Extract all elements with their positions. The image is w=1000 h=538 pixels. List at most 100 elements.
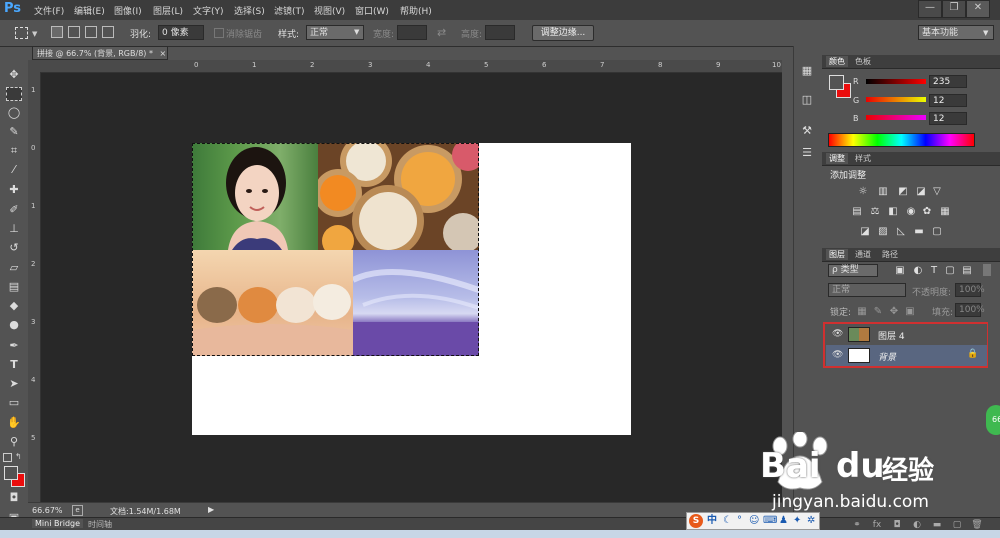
- dodge-tool-icon[interactable]: ●: [6, 318, 22, 332]
- selective-color-icon[interactable]: ▢: [930, 226, 944, 237]
- move-tool-icon[interactable]: ✥: [6, 68, 22, 82]
- lock-position-icon[interactable]: ✥: [887, 306, 901, 317]
- delete-layer-icon[interactable]: 🗑: [970, 520, 984, 531]
- feather-input[interactable]: 0 像素: [158, 25, 204, 40]
- filter-adjustment-icon[interactable]: ◐: [911, 265, 925, 276]
- punctuation-icon[interactable]: °: [737, 513, 742, 529]
- lock-pixels-icon[interactable]: ✎: [871, 306, 885, 317]
- intersect-selection-icon[interactable]: [102, 26, 114, 38]
- color-spectrum[interactable]: [828, 133, 975, 147]
- zoom-tool-icon[interactable]: ⚲: [6, 435, 22, 449]
- foreground-color-swatch[interactable]: [4, 466, 18, 480]
- zoom-level[interactable]: 66.67%: [32, 506, 63, 515]
- width-input[interactable]: [397, 25, 427, 40]
- shirt-icon[interactable]: ✦: [793, 513, 801, 529]
- new-layer-icon[interactable]: ▢: [950, 520, 964, 531]
- marquee-preset-icon[interactable]: [15, 27, 28, 39]
- filter-type-icon[interactable]: T: [927, 265, 941, 276]
- blur-tool-icon[interactable]: ◆: [6, 299, 22, 313]
- brightness-icon[interactable]: ☼: [856, 186, 870, 197]
- marquee-tool-icon[interactable]: [6, 87, 22, 101]
- quick-mask-icon[interactable]: ◘: [6, 491, 22, 505]
- tab-mini-bridge[interactable]: Mini Bridge: [32, 519, 84, 528]
- new-adjustment-layer-icon[interactable]: ◐: [910, 520, 924, 531]
- refine-edge-button[interactable]: 调整边缘...: [532, 25, 594, 41]
- color-foreground-swatch[interactable]: [829, 75, 844, 90]
- height-input[interactable]: [485, 25, 515, 40]
- quick-select-tool-icon[interactable]: ✎: [6, 125, 22, 139]
- filter-toggle[interactable]: [983, 264, 991, 276]
- curves-icon[interactable]: ◩: [896, 186, 910, 197]
- status-icon[interactable]: e: [72, 505, 83, 516]
- new-selection-icon[interactable]: [51, 26, 63, 38]
- layer-name[interactable]: 图层 4: [878, 329, 905, 342]
- ime-mode[interactable]: 中: [707, 513, 717, 529]
- tab-timeline[interactable]: 时间轴: [88, 519, 112, 530]
- menu-filter[interactable]: 滤镜(T): [274, 4, 305, 17]
- layer-row[interactable]: 👁 图层 4: [826, 324, 987, 345]
- crop-tool-icon[interactable]: ⌗: [6, 144, 22, 158]
- channel-mixer-icon[interactable]: ✿: [920, 206, 934, 217]
- subtract-selection-icon[interactable]: [85, 26, 97, 38]
- color-balance-icon[interactable]: ⚖: [868, 206, 882, 217]
- eye-icon[interactable]: 👁: [832, 329, 843, 339]
- photo-filter-icon[interactable]: ◉: [904, 206, 918, 217]
- add-mask-icon[interactable]: ◘: [890, 520, 904, 531]
- tab-layers[interactable]: 图层: [826, 249, 848, 260]
- selection-marquee[interactable]: [192, 143, 479, 356]
- path-select-tool-icon[interactable]: ➤: [6, 377, 22, 391]
- menu-image[interactable]: 图像(I): [114, 4, 142, 17]
- fill-input[interactable]: 100%: [955, 303, 985, 317]
- filter-pixel-icon[interactable]: ▣: [893, 265, 907, 276]
- stamp-tool-icon[interactable]: ⊥: [6, 222, 22, 236]
- menu-type[interactable]: 文字(Y): [193, 4, 224, 17]
- link-layers-icon[interactable]: ⚭: [850, 520, 864, 531]
- properties-panel-icon[interactable]: ☰: [799, 146, 815, 160]
- close-button[interactable]: ✕: [966, 0, 990, 18]
- antialias-checkbox[interactable]: [214, 28, 224, 38]
- lock-transparent-icon[interactable]: ▦: [855, 306, 869, 317]
- sogou-logo-icon[interactable]: S: [689, 514, 703, 528]
- layer-name[interactable]: 背景: [878, 350, 896, 363]
- eyedropper-tool-icon[interactable]: ⁄: [6, 163, 22, 177]
- keyboard-icon[interactable]: ⌨: [763, 513, 777, 529]
- tab-styles[interactable]: 样式: [852, 153, 874, 164]
- channel-r-slider[interactable]: [866, 79, 926, 84]
- swap-icon[interactable]: ⇄: [437, 26, 446, 39]
- color-lookup-icon[interactable]: ▦: [938, 206, 952, 217]
- channel-b-slider[interactable]: [866, 115, 926, 120]
- status-menu-arrow-icon[interactable]: ▶: [208, 505, 214, 514]
- threshold-icon[interactable]: ◺: [894, 226, 908, 237]
- channel-r-value[interactable]: 235: [929, 75, 967, 88]
- chevron-down-icon[interactable]: ▼: [32, 30, 37, 38]
- filter-smart-object-icon[interactable]: ▤: [960, 265, 974, 276]
- minimize-button[interactable]: —: [918, 0, 942, 18]
- lock-all-icon[interactable]: ▣: [903, 306, 917, 317]
- tab-color[interactable]: 颜色: [826, 56, 848, 67]
- menu-help[interactable]: 帮助(H): [400, 4, 432, 17]
- filter-shape-icon[interactable]: ▢: [943, 265, 957, 276]
- hand-tool-icon[interactable]: ✋: [6, 416, 22, 430]
- vibrance-icon[interactable]: ▽: [930, 186, 944, 197]
- brush-tool-icon[interactable]: ✐: [6, 203, 22, 217]
- history-panel-icon[interactable]: ▦: [799, 64, 815, 78]
- posterize-icon[interactable]: ▨: [876, 226, 890, 237]
- levels-icon[interactable]: ▥: [876, 186, 890, 197]
- pen-tool-icon[interactable]: ✒: [6, 339, 22, 353]
- menu-layer[interactable]: 图层(L): [153, 4, 183, 17]
- gradient-tool-icon[interactable]: ▤: [6, 280, 22, 294]
- add-selection-icon[interactable]: [68, 26, 80, 38]
- type-tool-icon[interactable]: T: [6, 358, 22, 372]
- tab-channels[interactable]: 通道: [852, 249, 874, 260]
- tab-adjustments[interactable]: 调整: [826, 153, 848, 164]
- menu-view[interactable]: 视图(V): [314, 4, 345, 17]
- close-tab-icon[interactable]: ×: [160, 49, 167, 58]
- person-icon[interactable]: ♟: [779, 513, 788, 529]
- menu-edit[interactable]: 编辑(E): [74, 4, 105, 17]
- healing-tool-icon[interactable]: ✚: [6, 183, 22, 197]
- rectangle-tool-icon[interactable]: ▭: [6, 396, 22, 410]
- history-brush-tool-icon[interactable]: ↺: [6, 241, 22, 255]
- fx-icon[interactable]: fx: [870, 520, 884, 531]
- channel-g-value[interactable]: 12: [929, 94, 967, 107]
- invert-icon[interactable]: ◪: [858, 226, 872, 237]
